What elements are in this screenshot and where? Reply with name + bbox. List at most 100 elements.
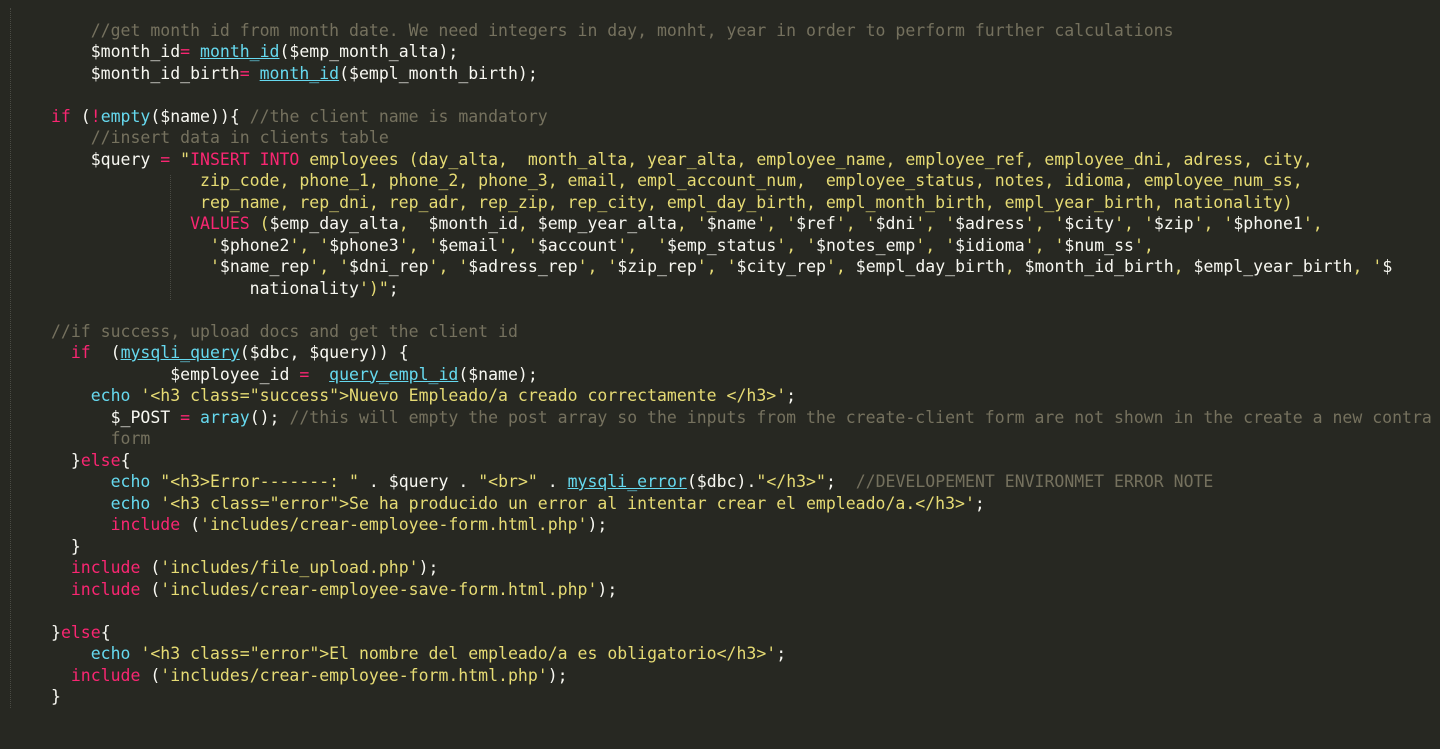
code-token: $month_id_birth (1024, 257, 1174, 276)
code-token: query_empl_id (329, 364, 459, 384)
code-line: '$phone2', '$phone3', '$email', '$accoun… (51, 235, 1154, 257)
code-token: $month_id (51, 42, 181, 61)
code-token: $employee_id (51, 364, 300, 384)
code-token: ', ' (1114, 214, 1154, 233)
code-token: if (51, 106, 71, 126)
code-token: "</h3>" (756, 472, 826, 491)
code-token: $num_ss (1064, 235, 1134, 255)
code-token: ($emp_month_alta); (279, 42, 459, 61)
code-token: ', ' (1024, 235, 1065, 255)
code-token: mysqli_query (120, 343, 240, 362)
code-token: else (60, 622, 101, 642)
code-token: ', ' (915, 214, 956, 233)
code-token: ($name)){ (150, 106, 250, 126)
code-line: $month_id_birth= month_id($empl_month_bi… (51, 63, 538, 85)
code-token: $zip_rep (617, 257, 697, 276)
code-token: ', (1302, 214, 1323, 233)
code-token: ', ' (915, 235, 956, 255)
code-token: , (517, 214, 538, 233)
code-token: //DEVELOPEMENT ENVIRONMET ERROR NOTE (855, 472, 1214, 491)
code-token: $ (1382, 257, 1393, 276)
code-token: $empl_year_birth (1193, 257, 1353, 276)
code-token: ! (90, 106, 101, 126)
code-token: , (1004, 257, 1025, 276)
code-token: ; (974, 493, 985, 513)
code-token: $month_id_birth (51, 63, 240, 83)
code-token: $phone3 (329, 235, 399, 255)
code-token: } (51, 687, 61, 706)
code-token: $empl_day_birth (855, 257, 1005, 276)
code-token: include (110, 515, 181, 534)
code-line: nationality')"; (51, 278, 399, 300)
code-line: $month_id= month_id($emp_month_alta); (51, 41, 459, 63)
code-token: } (51, 450, 81, 470)
code-token: rep_name, rep_dni, rep_adr, rep_zip, rep… (51, 192, 1293, 212)
code-token: $idioma (955, 235, 1025, 255)
code-line: include ('includes/crear-employee-form.h… (51, 514, 608, 536)
code-token: $emp_status (667, 235, 777, 255)
code-line: include ('includes/crear-employee-save-f… (51, 579, 617, 601)
code-token: INSERT INTO (190, 149, 300, 169)
code-token: ($dbc). (686, 472, 757, 491)
code-token: "<br>" (478, 472, 538, 491)
code-token: '<h3 class="success">Nuevo Empleado/a cr… (140, 386, 787, 405)
code-line: echo '<h3 class="success">Nuevo Empleado… (51, 385, 796, 407)
code-editor[interactable]: //get month id from month date. We need … (0, 0, 1440, 749)
code-line: zip_code, phone_1, phone_2, phone_3, ema… (51, 170, 1303, 192)
code-token: = (299, 364, 310, 384)
code-token: $account (537, 235, 618, 255)
code-line: //if success, upload docs and get the cl… (51, 321, 518, 343)
code-token: ', ' (1193, 214, 1234, 233)
code-token: , (1173, 257, 1194, 276)
code-token: ', ' (1024, 214, 1065, 233)
code-token: '<h3 class="error">Se ha producido un er… (160, 493, 975, 513)
code-token: ', ' (309, 257, 350, 276)
code-token: $emp_year_alta (537, 214, 677, 233)
code-line: } (51, 536, 81, 558)
code-token: = (180, 42, 191, 61)
code-token: $adress (955, 214, 1025, 233)
code-token: $month_id (428, 214, 518, 233)
code-token: , (398, 214, 429, 233)
code-token: ', ' (776, 235, 817, 255)
code-line: echo "<h3>Error-------: " . $query . "<b… (51, 471, 1214, 493)
code-line: echo '<h3 class="error">El nombre del em… (51, 643, 786, 665)
code-line: if (mysqli_query($dbc, $query)) { (51, 342, 409, 364)
code-token: ', ' (756, 214, 797, 233)
code-token: ; (825, 472, 856, 491)
code-token: VALUES (190, 214, 250, 233)
code-token: include (70, 579, 141, 599)
code-line: } (51, 686, 61, 708)
code-token: array (200, 407, 250, 427)
code-token: = (160, 149, 171, 169)
code-token: . $query . (358, 472, 479, 491)
code-token: 'includes/crear-employee-form.html.php' (160, 665, 548, 685)
code-token: empty (100, 106, 151, 126)
code-token: ( (140, 579, 161, 599)
code-token: $dni_rep (349, 257, 429, 276)
code-line: $employee_id = query_empl_id($name); (51, 364, 538, 386)
code-token: form (110, 429, 151, 448)
code-token: ( (90, 343, 121, 362)
code-token: ( (70, 106, 91, 126)
code-token: else (80, 450, 121, 470)
code-line: rep_name, rep_dni, rep_adr, rep_zip, rep… (51, 192, 1293, 214)
code-token: } (51, 622, 61, 642)
code-token: . (537, 472, 568, 491)
code-token: ', ' (498, 235, 538, 255)
code-token: //get month id from month date. We need … (90, 20, 1174, 40)
code-token: $dni (875, 214, 916, 233)
code-token: 'includes/crear-employee-form.html.php' (200, 515, 588, 534)
